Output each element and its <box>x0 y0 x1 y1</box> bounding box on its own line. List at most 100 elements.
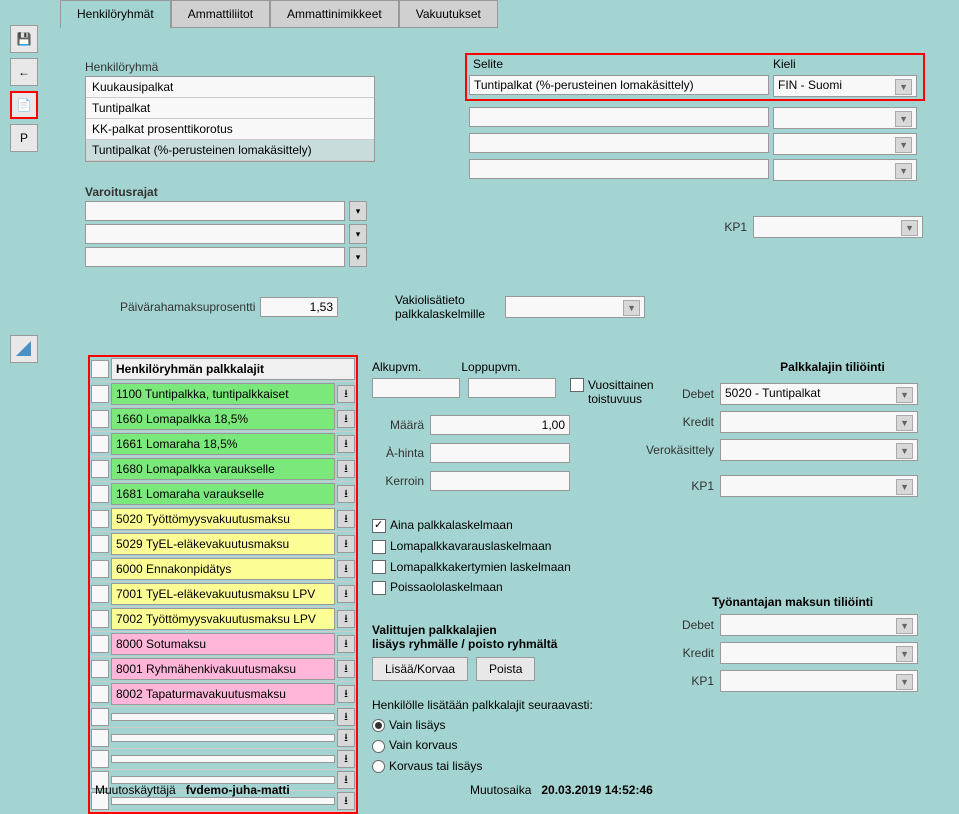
kieli-dropdown-2[interactable] <box>773 107 917 129</box>
document-button[interactable]: 📄 <box>10 91 38 119</box>
varoitusraja-input-2[interactable] <box>85 224 345 244</box>
tyonantajan-kredit-dropdown[interactable] <box>720 642 918 664</box>
row-dropdown-icon[interactable]: ⭳ <box>337 685 355 703</box>
maara-input[interactable] <box>430 415 570 435</box>
vain-korvaus-radio[interactable] <box>372 740 385 753</box>
row-dropdown-icon[interactable]: ⭳ <box>337 771 355 789</box>
varoitusraja-input-3[interactable] <box>85 247 345 267</box>
row-dropdown-icon[interactable]: ⭳ <box>337 635 355 653</box>
row-checkbox[interactable] <box>91 435 109 453</box>
row-checkbox[interactable] <box>91 685 109 703</box>
dropdown-icon[interactable]: ▾ <box>349 201 367 221</box>
varoitusraja-input-1[interactable] <box>85 201 345 221</box>
row-dropdown-icon[interactable]: ⭳ <box>337 560 355 578</box>
palkkalaji-row[interactable]: 8002 Tapaturmavakuutusmaksu <box>111 683 335 705</box>
kerroin-input[interactable] <box>430 471 570 491</box>
row-checkbox[interactable] <box>91 535 109 553</box>
palkkalaji-row[interactable]: 7002 Työttömyysvakuutusmaksu LPV <box>111 608 335 630</box>
palkkalaji-row[interactable] <box>111 797 335 805</box>
kieli-dropdown-4[interactable] <box>773 159 917 181</box>
row-checkbox[interactable] <box>91 385 109 403</box>
row-dropdown-icon[interactable]: ⭳ <box>337 410 355 428</box>
list-item[interactable]: Tuntipalkat <box>86 98 374 119</box>
back-button[interactable]: ← <box>10 58 38 86</box>
tab-vakuutukset[interactable]: Vakuutukset <box>399 0 498 28</box>
row-dropdown-icon[interactable]: ⭳ <box>337 610 355 628</box>
kp1-tiliointi-dropdown[interactable] <box>720 475 918 497</box>
palkkalaji-row[interactable] <box>111 755 335 763</box>
row-dropdown-icon[interactable]: ⭳ <box>337 750 355 768</box>
p-button[interactable]: P <box>10 124 38 152</box>
row-checkbox[interactable] <box>91 708 109 726</box>
palkkalaji-row[interactable]: 1680 Lomapalkka varaukselle <box>111 458 335 480</box>
palkkalaji-row[interactable]: 8001 Ryhmähenkivakuutusmaksu <box>111 658 335 680</box>
palkkalaji-row[interactable]: 1661 Lomaraha 18,5% <box>111 433 335 455</box>
dropdown-icon[interactable]: ▾ <box>349 224 367 244</box>
tab-ammattinimikkeet[interactable]: Ammattinimikkeet <box>270 0 399 28</box>
row-checkbox[interactable] <box>91 660 109 678</box>
row-checkbox[interactable] <box>91 750 109 768</box>
vuosittainen-checkbox[interactable] <box>570 378 584 392</box>
palkkalaji-row[interactable]: 1660 Lomapalkka 18,5% <box>111 408 335 430</box>
selite-input[interactable] <box>469 75 769 95</box>
kp1-dropdown[interactable] <box>753 216 923 238</box>
lisaa-korvaa-button[interactable]: Lisää/Korvaa <box>372 657 468 681</box>
row-dropdown-icon[interactable]: ⭳ <box>337 460 355 478</box>
ahinta-input[interactable] <box>430 443 570 463</box>
palkkalaji-row[interactable]: 6000 Ennakonpidätys <box>111 558 335 580</box>
alkupvm-input[interactable] <box>372 378 460 398</box>
poista-button[interactable]: Poista <box>476 657 535 681</box>
header-checkbox[interactable] <box>91 360 109 378</box>
row-dropdown-icon[interactable]: ⭳ <box>337 485 355 503</box>
tab-ammattiliitot[interactable]: Ammattiliitot <box>171 0 270 28</box>
vain-lisays-radio[interactable] <box>372 719 385 732</box>
henkiloryhma-list[interactable]: Kuukausipalkat Tuntipalkat KK-palkat pro… <box>85 76 375 162</box>
loppupvm-input[interactable] <box>468 378 556 398</box>
row-dropdown-icon[interactable]: ⭳ <box>337 660 355 678</box>
list-item[interactable]: Tuntipalkat (%-perusteinen lomakäsittely… <box>86 140 374 161</box>
palkkalaji-row[interactable] <box>111 734 335 742</box>
row-dropdown-icon[interactable]: ⭳ <box>337 435 355 453</box>
row-checkbox[interactable] <box>91 460 109 478</box>
row-checkbox[interactable] <box>91 635 109 653</box>
palkkalaji-row[interactable]: 5020 Työttömyysvakuutusmaksu <box>111 508 335 530</box>
list-item[interactable]: Kuukausipalkat <box>86 77 374 98</box>
row-dropdown-icon[interactable]: ⭳ <box>337 708 355 726</box>
row-dropdown-icon[interactable]: ⭳ <box>337 385 355 403</box>
row-dropdown-icon[interactable]: ⭳ <box>337 729 355 747</box>
korvaus-tai-lisays-radio[interactable] <box>372 760 385 773</box>
poissaolo-checkbox[interactable] <box>372 581 386 595</box>
row-checkbox[interactable] <box>91 729 109 747</box>
selite-input-4[interactable] <box>469 159 769 179</box>
row-checkbox[interactable] <box>91 585 109 603</box>
row-checkbox[interactable] <box>91 610 109 628</box>
selite-input-3[interactable] <box>469 133 769 153</box>
save-button[interactable]: 💾 <box>10 25 38 53</box>
tab-henkiloryhmat[interactable]: Henkilöryhmät <box>60 0 171 28</box>
row-checkbox[interactable] <box>91 560 109 578</box>
tyonantajan-debet-dropdown[interactable] <box>720 614 918 636</box>
row-dropdown-icon[interactable]: ⭳ <box>337 792 355 810</box>
aina-checkbox[interactable] <box>372 519 386 533</box>
row-checkbox[interactable] <box>91 410 109 428</box>
kieli-dropdown-3[interactable] <box>773 133 917 155</box>
palkkalaji-row[interactable]: 1681 Lomaraha varaukselle <box>111 483 335 505</box>
palkkalaji-row[interactable]: 1100 Tuntipalkka, tuntipalkkaiset <box>111 383 335 405</box>
palkkalaji-row[interactable]: 8000 Sotumaksu <box>111 633 335 655</box>
tyonantajan-kp1-dropdown[interactable] <box>720 670 918 692</box>
lomakertymien-checkbox[interactable] <box>372 560 386 574</box>
palkkalaji-row[interactable] <box>111 713 335 721</box>
vakiolisatieto-dropdown[interactable] <box>505 296 645 318</box>
paivaraha-input[interactable] <box>260 297 338 317</box>
row-checkbox[interactable] <box>91 485 109 503</box>
row-dropdown-icon[interactable]: ⭳ <box>337 585 355 603</box>
kredit-dropdown[interactable] <box>720 411 918 433</box>
kieli-dropdown[interactable]: FIN - Suomi <box>773 75 917 97</box>
list-item[interactable]: KK-palkat prosenttikorotus <box>86 119 374 140</box>
verokasittely-dropdown[interactable] <box>720 439 918 461</box>
palkkalaji-row[interactable]: 5029 TyEL-eläkevakuutusmaksu <box>111 533 335 555</box>
row-dropdown-icon[interactable]: ⭳ <box>337 535 355 553</box>
lomavaraus-checkbox[interactable] <box>372 540 386 554</box>
row-dropdown-icon[interactable]: ⭳ <box>337 510 355 528</box>
palkkalaji-row[interactable]: 7001 TyEL-eläkevakuutusmaksu LPV <box>111 583 335 605</box>
